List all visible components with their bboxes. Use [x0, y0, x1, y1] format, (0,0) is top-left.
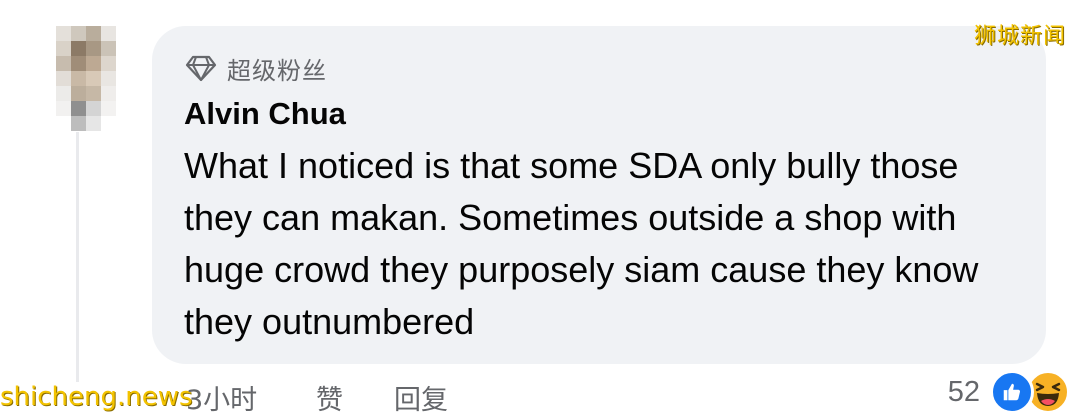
- comment-actions: 3小时 赞 回复: [186, 378, 448, 417]
- top-fan-badge: 超级粉丝: [185, 52, 327, 85]
- badge-label: 超级粉丝: [227, 56, 327, 85]
- author-name[interactable]: Alvin Chua: [184, 96, 346, 132]
- reactions-summary[interactable]: 52: [948, 370, 1070, 414]
- watermark-bottom: shicheng.news: [0, 382, 193, 412]
- comment-text: What I noticed is that some SDA only bul…: [184, 145, 979, 342]
- like-button[interactable]: 赞: [316, 378, 394, 417]
- comment-bubble: 超级粉丝 Alvin Chua What I noticed is that s…: [152, 26, 1046, 364]
- timestamp[interactable]: 3小时: [186, 378, 316, 417]
- diamond-icon: [185, 54, 217, 82]
- reply-button[interactable]: 回复: [394, 378, 448, 417]
- like-icon: [990, 370, 1034, 414]
- watermark-top: 狮城新闻: [973, 24, 1066, 49]
- reaction-count: 52: [947, 375, 980, 408]
- avatar[interactable]: [56, 26, 116, 131]
- thread-line: [76, 132, 79, 382]
